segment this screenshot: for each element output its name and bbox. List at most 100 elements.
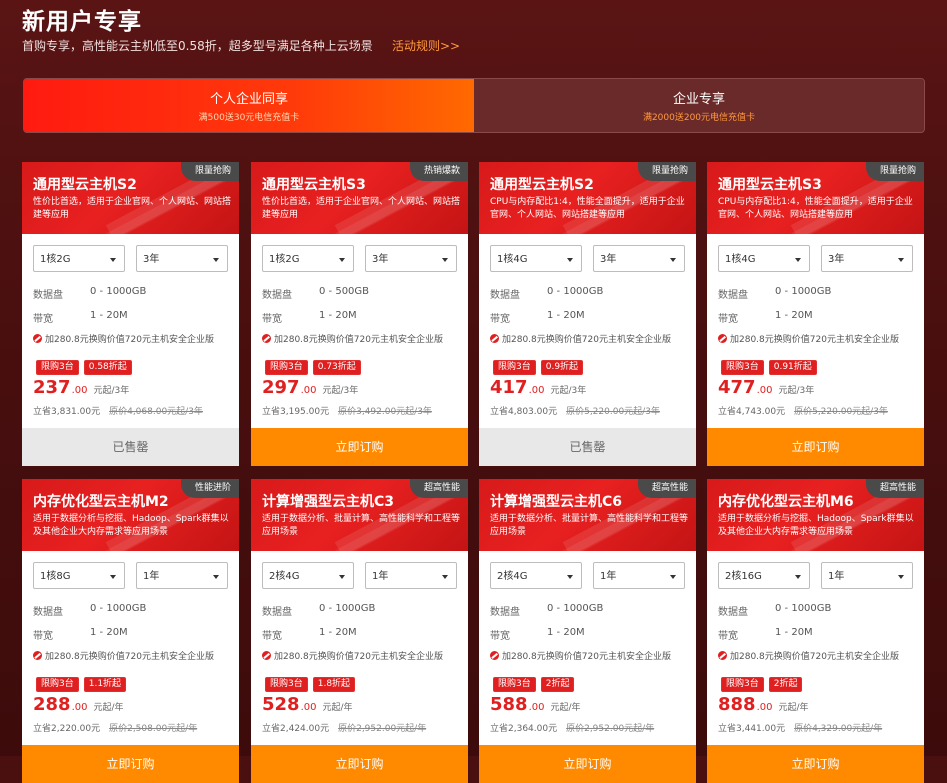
card-badge: 超高性能 <box>865 479 924 498</box>
addon-promo-text: 加280.8元换购价值720元主机安全企业版 <box>274 335 443 345</box>
order-now-button[interactable]: 立即订购 <box>707 428 924 466</box>
price-integer: 237 <box>33 377 71 398</box>
price-integer: 477 <box>718 377 756 398</box>
card-badge: 性能进阶 <box>180 479 239 498</box>
bandwidth-label: 带宽 <box>33 631 53 642</box>
savings: 立省3,441.00元 原价4,329.00元起/年 <box>718 721 882 734</box>
cpu-memory-select[interactable]: 2核16G <box>718 562 810 589</box>
card-badge: 限量抢购 <box>637 162 696 181</box>
term-select[interactable]: 1年 <box>136 562 228 589</box>
addon-promo: 加280.8元换购价值720元主机安全企业版 <box>262 332 443 345</box>
product-description: CPU与内存配比1:4，性能全面提升，适用于企业官网、个人网站、网站搭建等应用 <box>718 197 913 220</box>
original-price: 原价2,952.00元起/年 <box>566 724 655 734</box>
cpu-memory-select[interactable]: 1核2G <box>262 245 354 272</box>
select-value: 1年 <box>828 571 845 582</box>
prohibited-icon <box>262 334 271 343</box>
original-price: 原价5,220.00元起/3年 <box>566 407 660 417</box>
chevron-down-icon <box>442 258 448 262</box>
product-name: 内存优化型云主机M6 <box>718 494 854 510</box>
savings: 立省3,195.00元 原价3,492.00元起/3年 <box>262 404 432 417</box>
cpu-memory-select[interactable]: 1核4G <box>718 245 810 272</box>
price: 417 .00 元起/3年 <box>490 377 586 398</box>
term-select[interactable]: 3年 <box>365 245 457 272</box>
savings: 立省3,831.00元 原价4,068.00元起/3年 <box>33 404 203 417</box>
card-header: 限量抢购 通用型云主机S2 性价比首选，适用于企业官网、个人网站、网站搭建等应用 <box>22 162 239 234</box>
price-unit: 元起/3年 <box>550 386 587 396</box>
disk-value: 0 - 1000GB <box>775 286 832 297</box>
bandwidth-value: 1 - 20M <box>775 627 813 638</box>
addon-promo-text: 加280.8元换购价值720元主机安全企业版 <box>502 652 671 662</box>
savings-amount: 立省4,803.00元 <box>490 407 558 417</box>
price-unit: 元起/3年 <box>322 386 359 396</box>
page-title: 新用户专享 <box>22 9 142 35</box>
card-header: 超高性能 内存优化型云主机M6 适用于数据分析与挖掘、Hadoop、Spark群… <box>707 479 924 551</box>
tag-group: 限购3台 2折起 <box>721 677 803 692</box>
chevron-down-icon <box>339 575 345 579</box>
card-badge: 限量抢购 <box>180 162 239 181</box>
price-integer: 588 <box>490 694 528 715</box>
term-select[interactable]: 1年 <box>593 562 685 589</box>
product-description: CPU与内存配比1:4，性能全面提升，适用于企业官网、个人网站、网站搭建等应用 <box>490 197 685 220</box>
savings-amount: 立省2,220.00元 <box>33 724 101 734</box>
limit-tag: 限购3台 <box>721 360 764 375</box>
addon-promo: 加280.8元换购价值720元主机安全企业版 <box>33 332 214 345</box>
order-now-button[interactable]: 立即订购 <box>479 745 696 783</box>
limit-tag: 限购3台 <box>36 677 79 692</box>
tab-title: 企业专享 <box>672 92 725 107</box>
tag-group: 限购3台 0.9折起 <box>493 360 584 375</box>
savings-amount: 立省4,743.00元 <box>718 407 786 417</box>
bandwidth-value: 1 - 20M <box>319 310 357 321</box>
tag-group: 限购3台 1.1折起 <box>36 677 127 692</box>
select-value: 1年 <box>372 571 389 582</box>
select-value: 1核8G <box>40 571 71 582</box>
order-now-button[interactable]: 立即订购 <box>251 745 468 783</box>
card-badge: 超高性能 <box>637 479 696 498</box>
addon-promo-text: 加280.8元换购价值720元主机安全企业版 <box>274 652 443 662</box>
disk-value: 0 - 1000GB <box>547 603 604 614</box>
addon-promo: 加280.8元换购价值720元主机安全企业版 <box>33 649 214 662</box>
price-integer: 528 <box>262 694 300 715</box>
order-now-button[interactable]: 立即订购 <box>251 428 468 466</box>
cpu-memory-select[interactable]: 2核4G <box>490 562 582 589</box>
disk-value: 0 - 1000GB <box>547 286 604 297</box>
term-select[interactable]: 3年 <box>821 245 913 272</box>
activity-rules-link[interactable]: 活动规则>> <box>392 37 460 54</box>
term-select[interactable]: 3年 <box>136 245 228 272</box>
disk-value: 0 - 1000GB <box>319 603 376 614</box>
page-subtitle: 首购专享，高性能云主机低至0.58折，超多型号满足各种上云场景 <box>22 39 373 53</box>
cpu-memory-select[interactable]: 1核2G <box>33 245 125 272</box>
sold-out-button[interactable]: 已售罄 <box>22 428 239 466</box>
bandwidth-label: 带宽 <box>718 314 738 325</box>
term-select[interactable]: 1年 <box>365 562 457 589</box>
limit-tag: 限购3台 <box>493 677 536 692</box>
sold-out-button[interactable]: 已售罄 <box>479 428 696 466</box>
cpu-memory-select[interactable]: 1核4G <box>490 245 582 272</box>
product-description: 适用于数据分析与挖掘、Hadoop、Spark群集以及其他企业大内存需求等应用场… <box>33 514 229 537</box>
product-description: 适用于数据分析与挖掘、Hadoop、Spark群集以及其他企业大内存需求等应用场… <box>718 514 914 537</box>
price-decimal: .00 <box>528 702 545 713</box>
addon-promo: 加280.8元换购价值720元主机安全企业版 <box>490 649 671 662</box>
price-decimal: .00 <box>71 702 88 713</box>
term-select[interactable]: 1年 <box>821 562 913 589</box>
disk-label: 数据盘 <box>718 607 748 618</box>
addon-promo: 加280.8元换购价值720元主机安全企业版 <box>490 332 671 345</box>
savings: 立省2,424.00元 原价2,952.00元起/年 <box>262 721 426 734</box>
bandwidth-value: 1 - 20M <box>90 627 128 638</box>
price-unit: 元起/3年 <box>93 386 130 396</box>
price-decimal: .00 <box>300 385 317 396</box>
select-value: 2核4G <box>269 571 300 582</box>
addon-promo: 加280.8元换购价值720元主机安全企业版 <box>718 332 899 345</box>
product-description: 性价比首选，适用于企业官网、个人网站、网站搭建等应用 <box>262 197 461 220</box>
order-now-button[interactable]: 立即订购 <box>707 745 924 783</box>
price-integer: 888 <box>718 694 756 715</box>
disk-value: 0 - 1000GB <box>90 603 147 614</box>
cpu-memory-select[interactable]: 1核8G <box>33 562 125 589</box>
cpu-memory-select[interactable]: 2核4G <box>262 562 354 589</box>
bandwidth-value: 1 - 20M <box>90 310 128 321</box>
price: 528 .00 元起/年 <box>262 694 353 715</box>
term-select[interactable]: 3年 <box>593 245 685 272</box>
disk-value: 0 - 500GB <box>319 286 370 297</box>
tab-personal-enterprise[interactable]: 个人企业同享 满500送30元电信充值卡 <box>24 79 474 132</box>
tab-enterprise-only[interactable]: 企业专享 满2000送200元电信充值卡 <box>474 79 924 132</box>
order-now-button[interactable]: 立即订购 <box>22 745 239 783</box>
